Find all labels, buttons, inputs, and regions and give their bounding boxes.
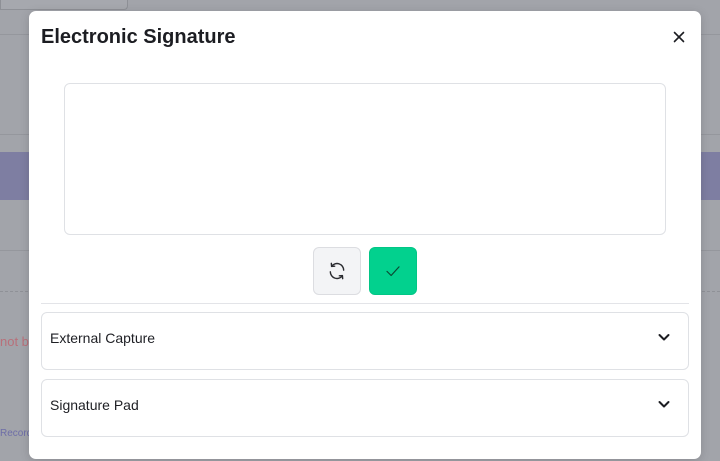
signature-modal: Electronic Signature External Capture Si… [29,11,701,459]
accordion-label: External Capture [50,330,156,346]
modal-divider [41,303,689,304]
close-button[interactable] [671,29,687,45]
refresh-icon [329,262,345,280]
background-card [0,0,128,10]
accordion-signature-pad[interactable]: Signature Pad [41,379,689,437]
chevron-down-icon [658,334,670,341]
background-error-text: not b [0,334,29,349]
accordion-label: Signature Pad [50,397,139,413]
accordion-external-capture[interactable]: External Capture [41,312,689,370]
confirm-signature-button[interactable] [369,247,417,295]
chevron-down-icon [658,401,670,408]
signature-canvas[interactable] [64,83,666,235]
close-icon [673,31,685,43]
background-link: Record [0,428,33,439]
modal-title: Electronic Signature [41,26,236,48]
reset-signature-button[interactable] [313,247,361,295]
check-icon [386,266,400,277]
